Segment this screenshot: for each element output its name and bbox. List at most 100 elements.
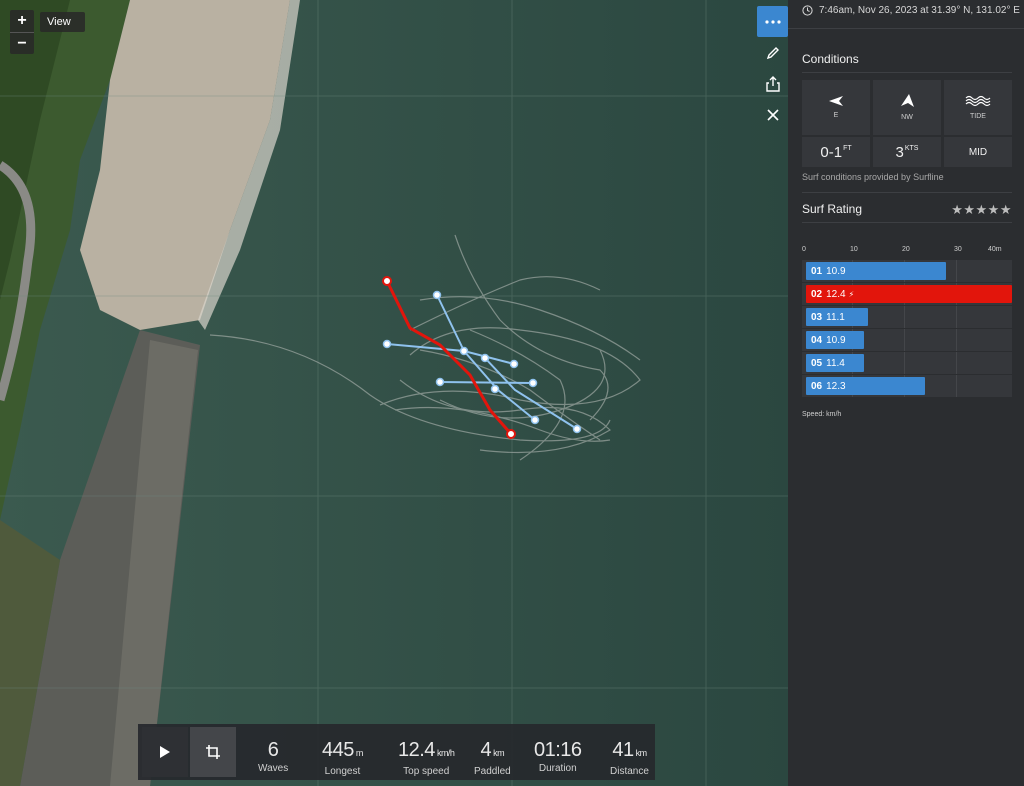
stat-longest-value: 445 <box>322 739 354 761</box>
wave-row-06[interactable]: 06 12.3 <box>802 375 1012 397</box>
speed-unit-note: Speed: km/h <box>802 411 842 418</box>
divider <box>802 192 1012 193</box>
chart-gridline <box>956 329 957 351</box>
wave-index-label: 02 <box>811 288 823 300</box>
swell-direction-cell: E <box>802 80 870 135</box>
session-location-row: 7:46am, Nov 26, 2023 at 31.39° N, 131.02… <box>802 5 1020 16</box>
tide-cell: TIDE <box>944 80 1012 135</box>
stat-longest-unit: m <box>355 748 364 758</box>
wave-row-04[interactable]: 04 10.9 <box>802 329 1012 351</box>
wave-index-label: 04 <box>811 334 823 346</box>
crop-icon <box>206 745 220 759</box>
swell-direction-label: E <box>833 112 839 119</box>
wave-speed-label: 10.9 <box>826 334 846 346</box>
zoom-in-button[interactable]: + <box>10 10 34 32</box>
swell-height-unit: FT <box>843 144 852 152</box>
chart-gridline <box>956 260 957 282</box>
stat-duration-label: Duration <box>538 763 577 774</box>
share-icon <box>765 75 780 92</box>
stat-top-speed-label: Top speed <box>403 766 450 777</box>
stat-top-speed-unit: km/h <box>436 748 455 758</box>
surf-rating-stars[interactable]: ★★★★★ <box>951 202 1012 218</box>
close-button[interactable] <box>757 99 788 130</box>
wave-row-05[interactable]: 05 11.4 <box>802 352 1012 374</box>
wind-speed-number: 3 <box>895 143 904 161</box>
surf-rating-title: Surf Rating <box>802 202 863 216</box>
chart-gridline <box>956 306 957 328</box>
stat-duration-value: 01:16 <box>534 739 582 761</box>
chart-tick-label: 40m <box>988 246 1002 253</box>
wave-bar-01: 01 10.9 <box>806 262 946 280</box>
wind-direction-icon <box>901 94 914 107</box>
play-icon <box>160 746 170 758</box>
stat-paddled-value: 4 <box>480 739 492 761</box>
wave-bar-06: 06 12.3 <box>806 377 925 395</box>
wave-row-01[interactable]: 01 10.9 <box>802 260 1012 282</box>
chart-gridline <box>904 329 905 351</box>
divider <box>802 222 1012 223</box>
wave-row-03[interactable]: 03 11.1 <box>802 306 1012 328</box>
session-side-panel: 7:46am, Nov 26, 2023 at 31.39° N, 131.02… <box>788 0 1024 786</box>
conditions-provider-note: Surf conditions provided by Surfline <box>802 172 944 182</box>
more-options-button[interactable] <box>757 6 788 37</box>
wave-index-label: 06 <box>811 380 823 392</box>
wave-speed-chart: 0 10 20 30 40m 01 10.9 02 12.4 ⚡ 03 11.1 04 10.9 05 11… <box>802 246 1012 398</box>
wind-speed-value: 3 KTS <box>873 137 941 167</box>
stat-distance-unit: km <box>635 748 648 758</box>
stat-longest: 445 m Longest <box>322 740 363 777</box>
session-viewer: + − View 6 Waves 445 m Longest 12.4 km/h… <box>0 0 1024 786</box>
edit-button[interactable] <box>757 37 788 68</box>
wave-speed-label: 12.3 <box>826 380 846 392</box>
play-button[interactable] <box>142 727 188 777</box>
tide-label: TIDE <box>970 113 986 120</box>
map-toolbar <box>757 6 788 130</box>
crop-button[interactable] <box>190 727 236 777</box>
wave-row-02[interactable]: 02 12.4 ⚡ <box>802 283 1012 305</box>
wave-index-label: 05 <box>811 357 823 369</box>
chart-axis-ticks: 0 10 20 30 40m <box>802 246 1012 258</box>
wave-bar-04: 04 10.9 <box>806 331 864 349</box>
stat-waves-value: 6 <box>267 739 279 761</box>
chart-tick-label: 10 <box>850 246 858 253</box>
stat-distance: 41 km Distance <box>610 740 649 777</box>
tide-wave-icon <box>965 95 991 107</box>
swell-height-value: 0-1 FT <box>802 137 870 167</box>
wind-direction-label: NW <box>901 114 913 121</box>
stat-distance-value: 41 <box>612 739 634 761</box>
divider <box>802 72 1012 73</box>
share-button[interactable] <box>757 68 788 99</box>
zoom-control: + − <box>10 10 34 54</box>
wave-bar-03: 03 11.1 <box>806 308 868 326</box>
session-stats-bar: 6 Waves 445 m Longest 12.4 km/h Top speed … <box>138 724 655 780</box>
wave-speed-label: 12.4 <box>826 288 846 300</box>
stat-paddled-unit: km <box>493 748 505 758</box>
zoom-out-button[interactable]: − <box>10 32 34 54</box>
wave-bar-02: 02 12.4 ⚡ <box>806 285 1012 303</box>
stat-top-speed: 12.4 km/h Top speed <box>398 740 455 777</box>
stat-longest-label: Longest <box>324 766 361 777</box>
chart-gridline <box>904 352 905 374</box>
wave-bar-05: 05 11.4 <box>806 354 864 372</box>
swell-direction-icon <box>829 96 843 106</box>
stat-waves-label: Waves <box>258 763 289 774</box>
wave-speed-label: 10.9 <box>826 265 846 277</box>
top-speed-bolt-icon: ⚡ <box>848 289 855 299</box>
stat-duration: 01:16 Duration <box>534 740 582 774</box>
more-dots-icon <box>764 19 781 24</box>
stat-distance-label: Distance <box>610 766 649 777</box>
stat-waves: 6 Waves <box>258 740 288 774</box>
conditions-title: Conditions <box>802 52 859 66</box>
wind-speed-unit: KTS <box>904 144 919 152</box>
wind-direction-cell: NW <box>873 80 941 135</box>
tide-value: MID <box>944 137 1012 167</box>
wave-speed-label: 11.1 <box>826 311 845 323</box>
wave-speed-label: 11.4 <box>826 357 845 369</box>
stat-paddled: 4 km Paddled <box>474 740 511 777</box>
satellite-map[interactable]: + − View 6 Waves 445 m Longest 12.4 km/h… <box>0 0 788 786</box>
conditions-grid: E NW TIDE 0-1 FT 3 KTS MID <box>802 80 1012 167</box>
clock-icon <box>802 5 813 16</box>
view-button[interactable]: View <box>40 12 85 32</box>
stat-paddled-label: Paddled <box>474 766 511 777</box>
swell-height-number: 0-1 <box>820 143 843 161</box>
chart-tick-label: 0 <box>802 246 806 253</box>
